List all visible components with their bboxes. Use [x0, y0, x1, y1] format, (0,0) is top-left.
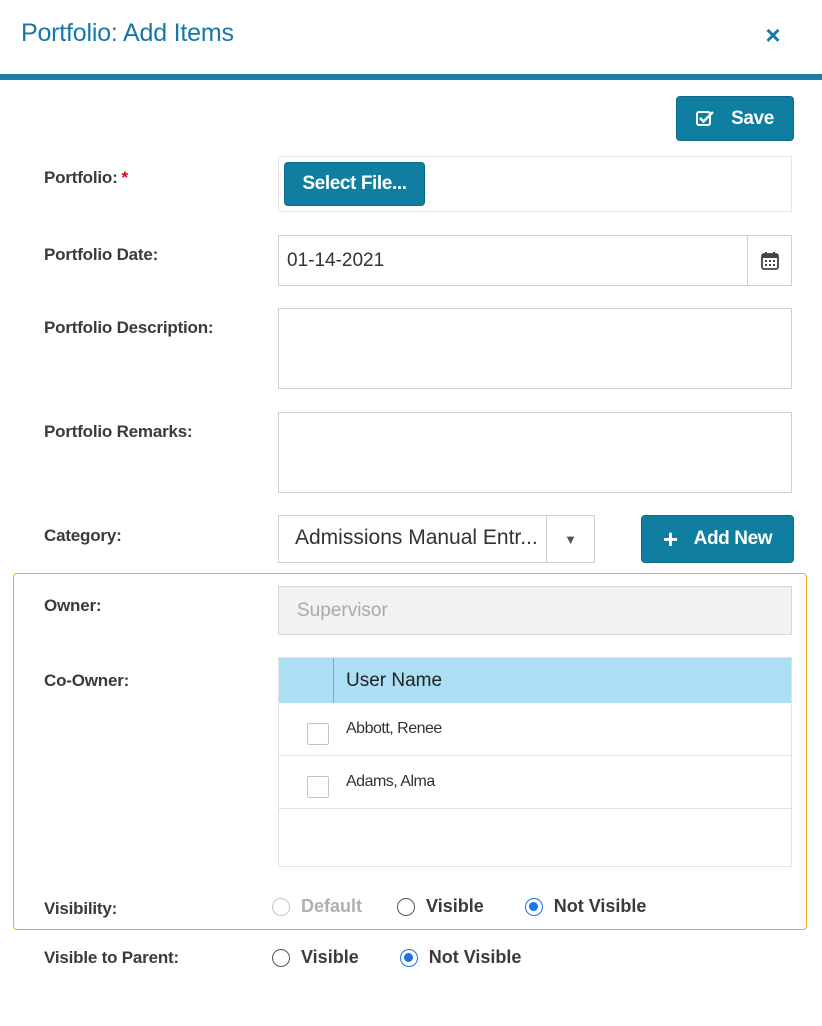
header-divider: [0, 74, 822, 80]
visibility-label: Visibility:: [44, 899, 118, 918]
table-row: Abbott, Renee: [279, 703, 791, 756]
portfolio-remarks-label: Portfolio Remarks:: [44, 422, 193, 441]
parent-option-not-visible[interactable]: Not Visible: [399, 947, 522, 968]
visible-to-parent-label: Visible to Parent:: [44, 948, 179, 967]
row-user-name: Adams, Alma: [346, 773, 435, 790]
row-user-name: Abbott, Renee: [346, 720, 442, 737]
radio-button[interactable]: [397, 897, 416, 916]
table-row: Adams, Alma: [279, 756, 791, 809]
visibility-radio-group: Default Visible Not Visible: [272, 896, 646, 917]
portfolio-label-text: Portfolio:: [44, 168, 118, 187]
portfolio-description-input[interactable]: [278, 308, 792, 389]
portfolio-remarks-input[interactable]: [278, 412, 792, 493]
radio-label: Visible: [301, 947, 359, 967]
portfolio-date-input[interactable]: 01-14-2021: [278, 235, 792, 286]
portfolio-date-value: 01-14-2021: [287, 250, 385, 271]
plus-icon: +: [662, 524, 678, 554]
visibility-option-default: Default: [272, 896, 362, 917]
save-button-label: Save: [731, 107, 774, 129]
visibility-option-not-visible[interactable]: Not Visible: [524, 896, 647, 917]
close-icon[interactable]: ×: [760, 22, 786, 48]
portfolio-date-label: Portfolio Date:: [44, 245, 159, 264]
grid-column-user-name[interactable]: User Name: [346, 670, 442, 692]
add-new-button[interactable]: + Add New: [641, 515, 794, 563]
dialog-header: Portfolio: Add Items ×: [0, 0, 822, 74]
check-square-icon: [696, 110, 715, 127]
visible-to-parent-radio-group: Visible Not Visible: [272, 947, 521, 968]
row-checkbox[interactable]: [307, 723, 329, 745]
radio-button[interactable]: [399, 948, 418, 967]
radio-label: Default: [301, 896, 363, 916]
required-mark: *: [121, 168, 129, 187]
radio-button: [272, 897, 290, 916]
save-button[interactable]: Save: [676, 96, 794, 141]
category-select[interactable]: Admissions Manual Entr... ▼: [278, 515, 595, 563]
owner-value: Supervisor: [297, 600, 388, 621]
radio-button[interactable]: [272, 948, 290, 967]
grid-header-select-column: [279, 658, 334, 703]
owner-label: Owner:: [44, 596, 102, 615]
radio-button[interactable]: [524, 897, 543, 916]
dialog-title: Portfolio: Add Items: [21, 19, 234, 47]
calendar-icon[interactable]: [747, 236, 791, 285]
owner-input: Supervisor: [278, 586, 792, 635]
grid-header: User Name: [279, 658, 791, 703]
portfolio-description-label: Portfolio Description:: [44, 318, 214, 337]
row-checkbox[interactable]: [307, 776, 329, 798]
select-file-button[interactable]: Select File...: [284, 162, 425, 206]
visibility-option-visible[interactable]: Visible: [397, 896, 484, 917]
co-owner-label: Co-Owner:: [44, 671, 130, 690]
category-label: Category:: [44, 526, 122, 545]
radio-label: Visible: [426, 896, 484, 916]
caret-down-icon: ▼: [546, 516, 594, 562]
category-value: Admissions Manual Entr...: [295, 526, 538, 549]
parent-option-visible[interactable]: Visible: [272, 947, 359, 968]
portfolio-label: Portfolio: *: [44, 168, 128, 188]
add-new-label: Add New: [693, 528, 773, 549]
co-owner-grid: User Name Abbott, Renee Adams, Alma: [278, 657, 792, 867]
radio-label: Not Visible: [428, 947, 522, 967]
radio-label: Not Visible: [553, 896, 647, 916]
